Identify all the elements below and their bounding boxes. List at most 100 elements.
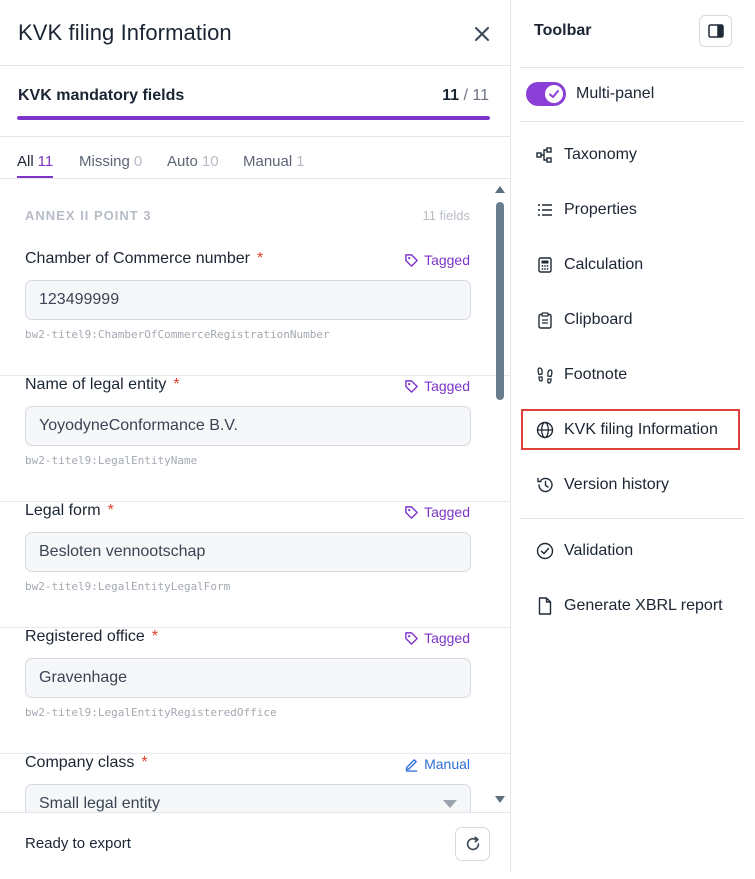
toolbar-item-taxonomy[interactable]: Taxonomy xyxy=(521,136,740,174)
toolbar-title: Toolbar xyxy=(534,22,592,39)
panel-toggle-button[interactable] xyxy=(699,15,732,47)
chamber-of-commerce-input[interactable]: 123499999 xyxy=(25,280,471,320)
mandatory-progress-bar xyxy=(17,116,490,120)
toolbar-item-label: Footnote xyxy=(564,366,628,383)
fields-scrollbar[interactable] xyxy=(494,186,506,808)
required-marker: * xyxy=(151,628,159,645)
legal-entity-name-input[interactable]: YoyodyneConformance B.V. xyxy=(25,406,471,446)
field-name-of-legal-entity: Name of legal entity * Tagged YoyodyneCon… xyxy=(0,376,510,502)
required-marker: * xyxy=(107,502,114,519)
section-field-count: 11 fields xyxy=(422,208,470,223)
filter-tabs: All 11 Missing 0 Auto 10 Manual 1 xyxy=(0,137,510,179)
divider xyxy=(520,67,744,68)
tab-missing[interactable]: Missing 0 xyxy=(79,153,142,170)
export-status: Ready to export xyxy=(25,835,131,852)
toolbar-item-label: Clipboard xyxy=(564,311,633,328)
field-chamber-of-commerce-number: Chamber of Commerce number * Tagged 12349… xyxy=(0,250,510,376)
tagged-badge: Tagged xyxy=(404,378,470,394)
toolbar-item-label: Version history xyxy=(564,476,669,493)
divider xyxy=(520,121,744,122)
globe-icon xyxy=(533,420,557,440)
company-class-select[interactable]: Small legal entity xyxy=(25,784,471,812)
mandatory-total: 11 xyxy=(472,87,489,104)
scroll-down-arrow-icon[interactable] xyxy=(495,796,505,803)
field-label-text: Company class xyxy=(25,754,135,771)
history-icon xyxy=(533,475,557,495)
check-icon xyxy=(549,90,559,98)
pencil-icon xyxy=(405,758,418,772)
field-label-text: Chamber of Commerce number xyxy=(25,250,250,267)
toolbar-item-label: Validation xyxy=(564,542,634,559)
tag-icon xyxy=(405,631,418,645)
toolbar-item-footnote[interactable]: Footnote xyxy=(521,356,740,394)
clipboard-icon xyxy=(533,310,557,330)
close-icon[interactable] xyxy=(472,24,492,44)
scroll-thumb[interactable] xyxy=(496,202,504,400)
field-legal-form: Legal form * Tagged Besloten vennootschap… xyxy=(0,502,510,628)
toolbar-item-validation[interactable]: Validation xyxy=(521,532,740,570)
toolbar-item-kvk-filing-information[interactable]: KVK filing Information xyxy=(521,409,740,450)
toolbar-item-properties[interactable]: Properties xyxy=(521,191,740,229)
divider xyxy=(520,518,744,519)
tab-missing-count: 0 xyxy=(133,153,143,170)
required-marker: * xyxy=(256,250,264,267)
company-class-value: Small legal entity xyxy=(39,795,160,812)
toolbar-item-generate-xbrl-report[interactable]: Generate XBRL report xyxy=(521,587,740,625)
chevron-down-icon xyxy=(443,800,457,808)
section-title: ANNEX II POINT 3 xyxy=(25,208,152,223)
field-label: Name of legal entity * xyxy=(25,376,180,394)
fields-scroll-area: ANNEX II POINT 3 11 fields Chamber of Co… xyxy=(0,180,510,812)
toolbar-item-clipboard[interactable]: Clipboard xyxy=(521,301,740,339)
toolbar-item-label: Calculation xyxy=(564,256,644,273)
mandatory-fields-count: 11 / 11 xyxy=(442,87,489,105)
tag-icon xyxy=(405,505,418,519)
tab-auto[interactable]: Auto 10 xyxy=(167,153,219,170)
toolbar-item-label: KVK filing Information xyxy=(564,420,718,438)
field-label: Legal form * xyxy=(25,502,114,520)
tab-manual[interactable]: Manual 1 xyxy=(243,153,305,170)
kvk-filing-panel: KVK filing Information KVK mandatory fie… xyxy=(0,0,511,873)
required-marker: * xyxy=(141,754,148,771)
toolbar-item-label: Properties xyxy=(564,201,637,218)
panel-footer: Ready to export xyxy=(0,812,510,873)
tab-manual-count: 1 xyxy=(296,153,305,170)
required-marker: * xyxy=(173,376,180,393)
calculator-icon xyxy=(533,255,557,275)
file-icon xyxy=(533,596,557,616)
field-label: Chamber of Commerce number * xyxy=(25,250,263,268)
tab-all-label: All xyxy=(17,153,34,170)
concept-code: bw2-titel9:LegalEntityRegisteredOffice xyxy=(25,706,277,719)
manual-badge: Manual xyxy=(404,756,470,772)
mandatory-fields-label: KVK mandatory fields xyxy=(18,87,185,104)
tag-icon xyxy=(405,379,418,393)
toolbar-item-version-history[interactable]: Version history xyxy=(521,466,740,504)
tab-auto-count: 10 xyxy=(201,153,219,170)
tab-all[interactable]: All 11 xyxy=(17,153,54,178)
tab-all-count: 11 xyxy=(37,153,54,170)
field-label: Company class * xyxy=(25,754,148,772)
check-circle-icon xyxy=(533,541,557,561)
legal-form-input[interactable]: Besloten vennootschap xyxy=(25,532,471,572)
mandatory-sep: / xyxy=(463,87,468,104)
multi-panel-toggle[interactable]: Multi-panel xyxy=(526,82,654,106)
tab-missing-label: Missing xyxy=(79,153,130,170)
tag-label: Tagged xyxy=(424,378,470,394)
tag-label: Tagged xyxy=(424,630,470,646)
registered-office-input[interactable]: Gravenhage xyxy=(25,658,471,698)
toolbar-item-calculation[interactable]: Calculation xyxy=(521,246,740,284)
tag-icon xyxy=(405,253,418,267)
mandatory-done: 11 xyxy=(442,87,460,104)
toggle-knob xyxy=(545,85,563,103)
scroll-up-arrow-icon[interactable] xyxy=(495,186,505,193)
list-icon xyxy=(533,200,557,220)
field-label-text: Name of legal entity xyxy=(25,376,167,393)
tagged-badge: Tagged xyxy=(404,504,470,520)
concept-code: bw2-titel9:ChamberOfCommerceRegistration… xyxy=(25,328,330,341)
tab-manual-label: Manual xyxy=(243,153,293,170)
taxonomy-icon xyxy=(533,145,557,165)
panel-title: KVK filing Information xyxy=(18,20,232,45)
refresh-button[interactable] xyxy=(455,827,490,861)
toggle-switch[interactable] xyxy=(526,82,566,106)
toolbar-panel: Toolbar Multi-panel Taxonomy Properties … xyxy=(511,0,755,873)
footprints-icon xyxy=(533,365,557,385)
